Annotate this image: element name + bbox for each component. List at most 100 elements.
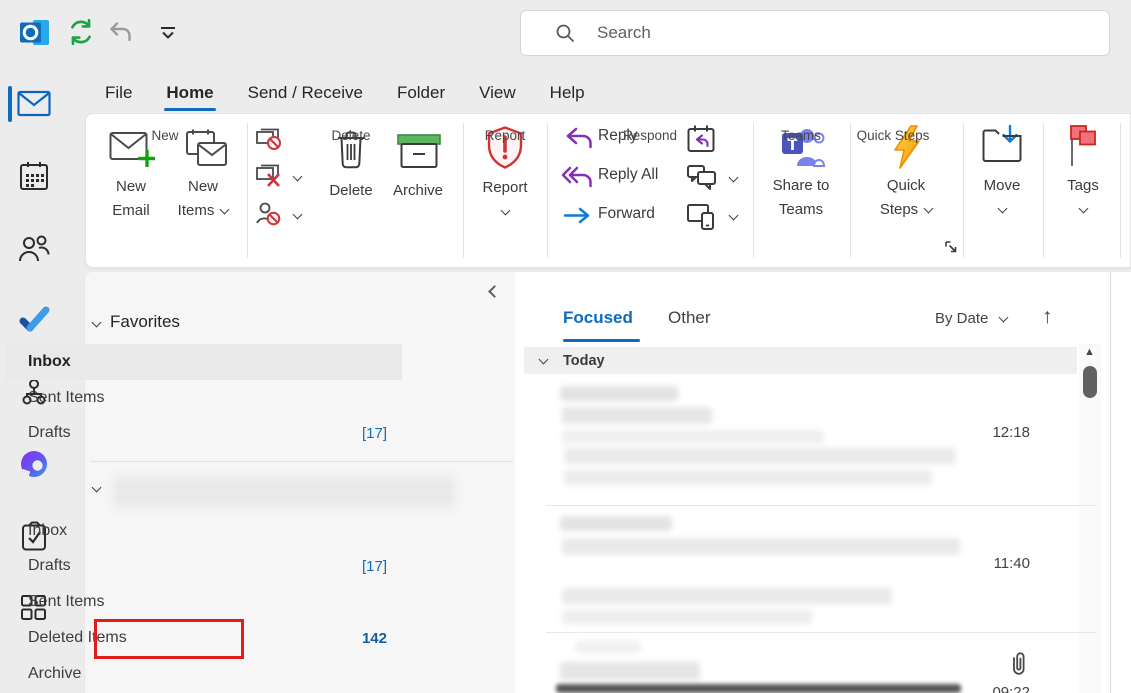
drafts-count-badge: [17] — [362, 425, 387, 442]
devices-icon — [686, 202, 716, 230]
purple-app-icon — [18, 448, 50, 480]
customize-toolbar-button[interactable] — [158, 25, 178, 41]
list-right-border — [1110, 272, 1111, 693]
menu-home[interactable]: Home — [164, 79, 215, 107]
collapse-chevron-icon — [488, 285, 501, 298]
nav-people-button[interactable] — [17, 234, 51, 262]
undo-button[interactable] — [107, 19, 134, 46]
today-chevron-icon — [539, 354, 549, 364]
favorites-header[interactable]: Favorites — [93, 312, 180, 332]
message-row-2[interactable]: 11:40 — [524, 508, 1077, 630]
forward-icon — [563, 207, 591, 224]
block-sender-button[interactable] — [254, 201, 306, 231]
search-bar[interactable]: Search — [520, 10, 1110, 56]
flag-tags-icon — [1065, 124, 1101, 168]
search-icon — [555, 23, 575, 43]
ignore-button[interactable] — [254, 126, 306, 156]
account-name-redacted — [113, 476, 455, 508]
sort-direction-button[interactable]: ↑ — [1042, 305, 1053, 329]
tags-chevron-icon — [1079, 204, 1089, 214]
quick-steps-chevron-icon — [924, 204, 934, 214]
folder-inbox[interactable]: Inbox — [5, 513, 402, 549]
chat-bubbles-icon — [686, 164, 718, 191]
menu-send-receive[interactable]: Send / Receive — [246, 79, 365, 107]
menu-view[interactable]: View — [477, 79, 518, 107]
reply-with-device-button[interactable] — [686, 202, 742, 232]
drafts-count-badge: [17] — [362, 558, 387, 575]
ignore-icon — [254, 126, 306, 152]
sort-dropdown[interactable]: By Date — [935, 310, 1007, 327]
quick-steps-dialog-launcher[interactable] — [944, 240, 958, 254]
toolbar-overflow-icon — [158, 25, 178, 41]
message-time: 11:40 — [984, 555, 1030, 572]
message-divider — [546, 632, 1096, 633]
device-chevron-icon — [729, 211, 739, 221]
tags-button[interactable]: Tags — [1055, 122, 1111, 227]
folder-drafts-favorite[interactable]: Drafts [17] — [5, 415, 402, 451]
reply-all-icon — [561, 166, 593, 188]
sort-chevron-icon — [998, 313, 1008, 323]
scrollbar-thumb[interactable] — [1083, 366, 1097, 398]
forward-button[interactable]: Forward — [563, 204, 663, 228]
group-label-quick-steps: Quick Steps — [838, 128, 948, 143]
quick-access-toolbar — [0, 0, 520, 66]
send-receive-button[interactable] — [66, 17, 96, 47]
group-label-teams: Teams — [765, 128, 837, 143]
collapse-folder-pane-button[interactable] — [490, 283, 499, 301]
im-reply-button[interactable] — [686, 164, 742, 194]
nav-todo-button[interactable] — [18, 306, 50, 332]
report-chevron-icon — [501, 206, 511, 216]
scroll-up-arrow[interactable]: ▲ — [1084, 346, 1095, 358]
message-time: 09:22 — [984, 684, 1030, 693]
outlook-window: { "app": {"name": "Outlook"}, "search": … — [0, 0, 1131, 693]
menu-folder[interactable]: Folder — [395, 79, 447, 107]
menu-bar: File Home Send / Receive Folder View Hel… — [85, 74, 587, 112]
message-row-3[interactable]: 09:22 — [524, 636, 1077, 693]
message-divider — [546, 505, 1096, 506]
junk-chevron-icon — [293, 172, 303, 182]
folder-sent-items[interactable]: Sent Items — [5, 584, 402, 620]
block-sender-chevron-icon — [293, 210, 303, 220]
search-placeholder: Search — [597, 23, 651, 43]
junk-button[interactable] — [254, 163, 306, 193]
meeting-reply-button[interactable] — [686, 124, 718, 154]
active-module-indicator — [8, 86, 12, 122]
folder-inbox-favorite[interactable]: Inbox — [5, 344, 402, 380]
group-label-respond: Respond — [610, 128, 690, 143]
tab-other[interactable]: Other — [668, 308, 711, 328]
account-header[interactable] — [93, 484, 100, 491]
reply-icon — [565, 127, 593, 149]
tab-focused[interactable]: Focused — [563, 308, 633, 328]
message-row-1[interactable]: 12:18 — [524, 382, 1077, 504]
archive-icon — [396, 133, 442, 169]
nav-purple-app-button[interactable] — [18, 448, 50, 480]
focused-tab-underline — [563, 339, 640, 342]
attachment-paperclip-icon — [1008, 650, 1028, 678]
reply-all-button[interactable]: Reply All — [561, 165, 666, 189]
move-icon — [981, 124, 1025, 164]
todo-check-icon — [18, 306, 50, 332]
account-chevron-icon — [92, 483, 102, 493]
menu-help[interactable]: Help — [548, 79, 587, 107]
reading-pane-edge — [1111, 272, 1131, 693]
group-label-delete: Delete — [316, 128, 386, 143]
folder-archive[interactable]: Archive — [5, 656, 402, 692]
folder-sent-items-favorite[interactable]: Sent Items — [5, 380, 402, 416]
calendar-icon — [19, 161, 49, 192]
im-chevron-icon — [729, 173, 739, 183]
outlook-logo — [18, 16, 51, 49]
move-button[interactable]: Move — [972, 122, 1032, 227]
archive-button[interactable]: Archive — [386, 127, 450, 207]
undo-icon — [107, 19, 134, 46]
move-chevron-icon — [998, 204, 1008, 214]
nav-calendar-button[interactable] — [19, 161, 49, 192]
folder-pane-divider — [90, 461, 513, 462]
message-time: 12:18 — [984, 424, 1030, 441]
deleted-items-count-badge: 142 — [362, 630, 387, 647]
folder-drafts[interactable]: Drafts [17] — [5, 548, 402, 584]
people-icon — [17, 234, 51, 262]
menu-file[interactable]: File — [103, 79, 134, 107]
nav-mail-button[interactable] — [17, 90, 51, 118]
message-list-scrollbar[interactable]: ▲ — [1079, 344, 1101, 693]
today-group-header[interactable]: Today — [524, 347, 1077, 374]
